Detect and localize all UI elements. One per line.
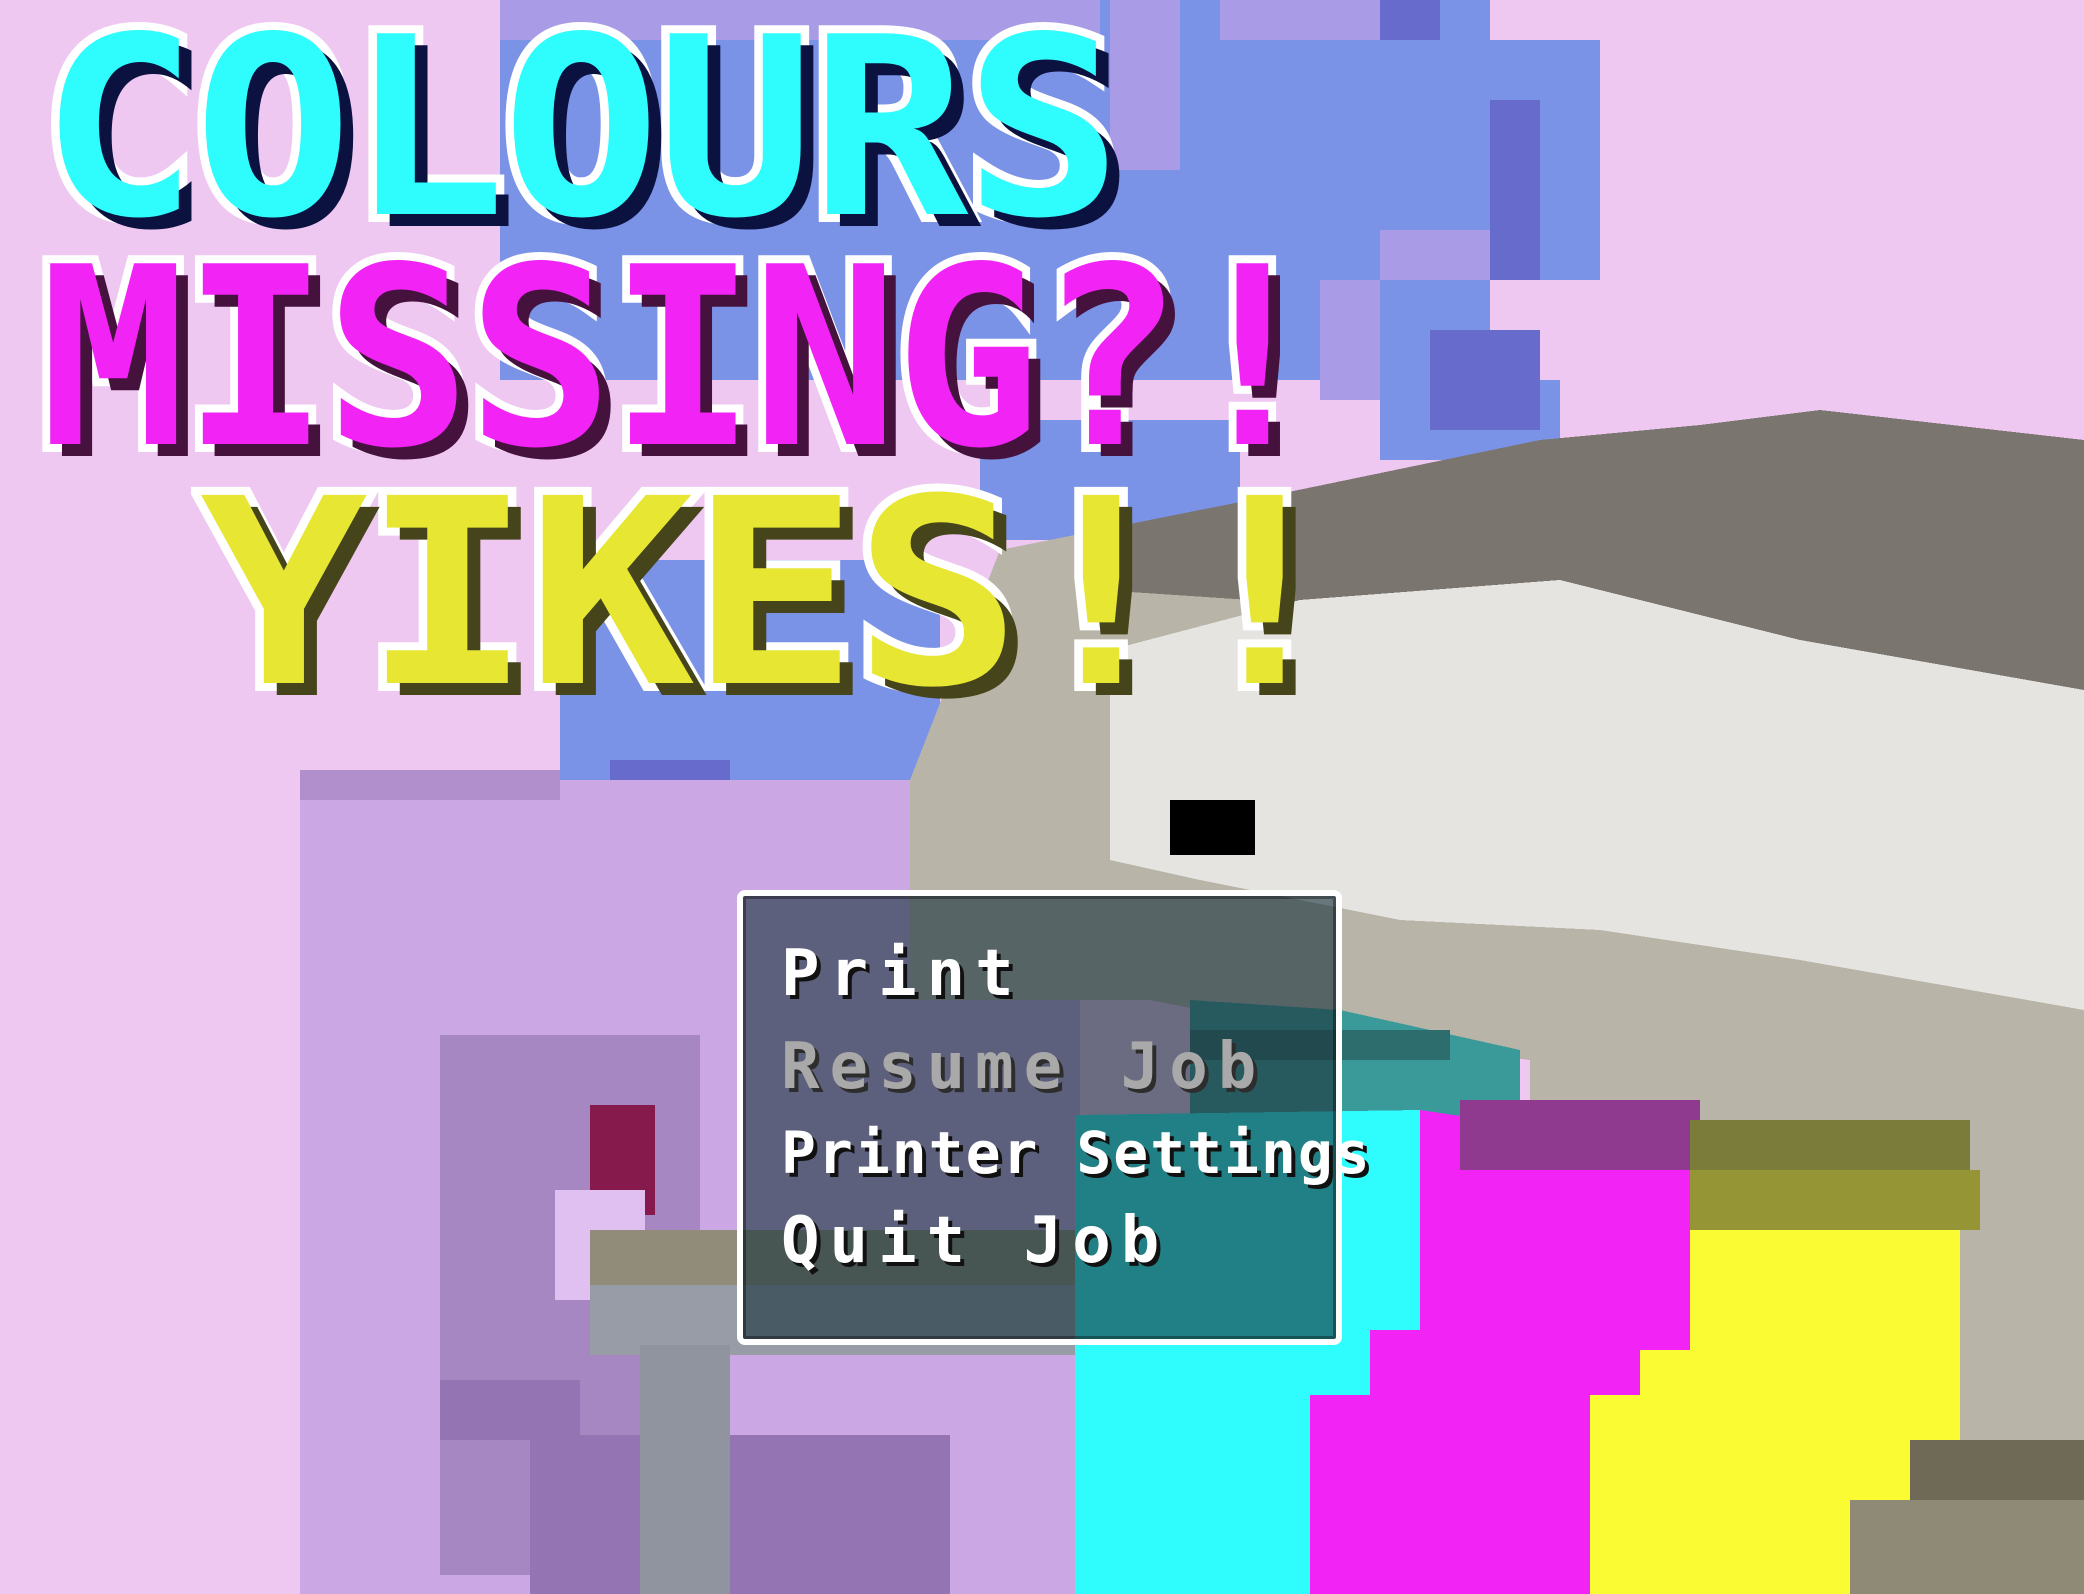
title-line-yikes: YIKES!!: [191, 444, 1357, 744]
printer-eye: [1170, 800, 1255, 855]
menu-item-printer-settings[interactable]: Printer Settings: [781, 1108, 1370, 1198]
menu-item-resume-job[interactable]: Resume Job: [781, 1022, 1301, 1112]
menu-item-quit-job[interactable]: Quit Job: [781, 1196, 1301, 1286]
print-menu: Print Resume Job Printer Settings Quit J…: [737, 890, 1370, 1345]
menu-item-print[interactable]: Print: [765, 929, 1301, 1021]
